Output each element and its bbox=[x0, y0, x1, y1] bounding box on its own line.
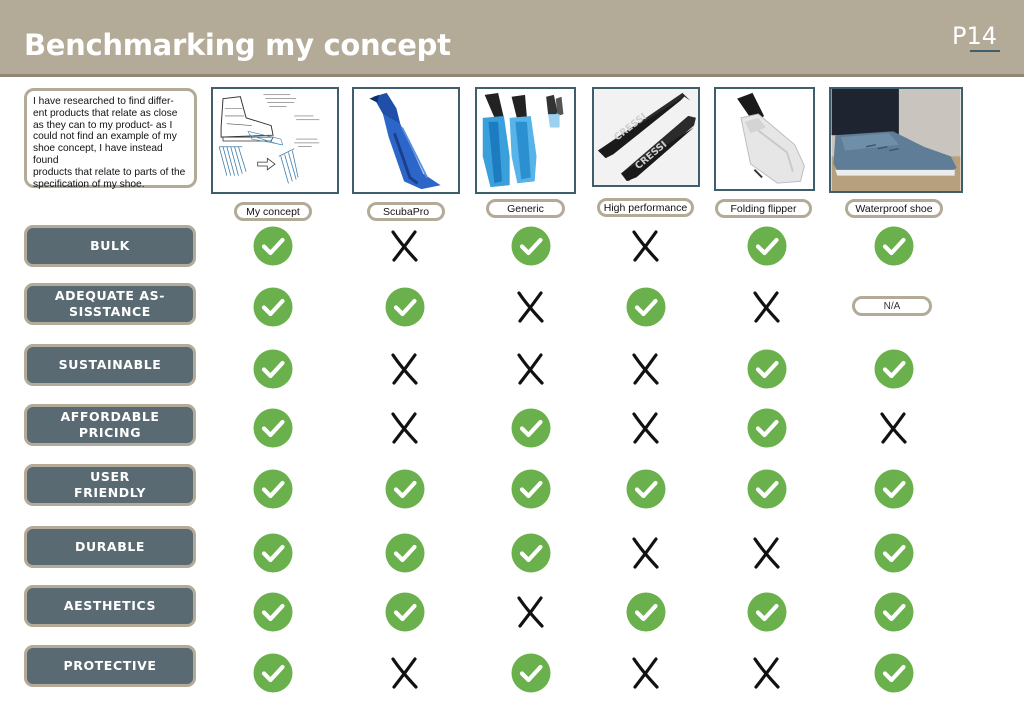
check-icon bbox=[253, 408, 293, 448]
column-label-my-concept: My concept bbox=[234, 202, 312, 221]
cross-icon bbox=[385, 408, 425, 448]
check-icon bbox=[747, 349, 787, 389]
criterion-label-user-friendly: USER FRIENDLY bbox=[24, 464, 196, 506]
check-icon bbox=[874, 469, 914, 509]
concept-sketch-image bbox=[211, 87, 339, 194]
check-icon bbox=[253, 592, 293, 632]
check-icon bbox=[747, 469, 787, 509]
cross-icon bbox=[385, 653, 425, 693]
check-icon bbox=[385, 287, 425, 327]
cross-icon bbox=[626, 349, 666, 389]
not-applicable-badge: N/A bbox=[852, 296, 932, 316]
cross-icon bbox=[626, 653, 666, 693]
check-icon bbox=[874, 226, 914, 266]
cross-icon bbox=[385, 226, 425, 266]
page-header: Benchmarking my concept P14 bbox=[0, 0, 1024, 77]
check-icon bbox=[874, 533, 914, 573]
criterion-label-bulk: BULK bbox=[24, 225, 196, 267]
check-icon bbox=[511, 408, 551, 448]
check-icon bbox=[253, 469, 293, 509]
check-icon bbox=[511, 533, 551, 573]
cross-icon bbox=[511, 349, 551, 389]
scubapro-fin-image bbox=[352, 87, 460, 194]
criterion-label-aesthetics: AESTHETICS bbox=[24, 585, 196, 627]
criterion-label-sustainable: SUSTAINABLE bbox=[24, 344, 196, 386]
cross-icon bbox=[747, 287, 787, 327]
check-icon bbox=[874, 592, 914, 632]
waterproof-shoe-image bbox=[829, 87, 963, 193]
check-icon bbox=[253, 349, 293, 389]
page-number: P14 bbox=[952, 22, 998, 50]
check-icon bbox=[253, 653, 293, 693]
criterion-label-durable: DURABLE bbox=[24, 526, 196, 568]
column-label-high-performance: High performance bbox=[597, 198, 694, 217]
check-icon bbox=[253, 226, 293, 266]
criterion-label-affordable-pricing: AFFORDABLE PRICING bbox=[24, 404, 196, 446]
check-icon bbox=[874, 653, 914, 693]
check-icon bbox=[511, 653, 551, 693]
check-icon bbox=[511, 469, 551, 509]
cross-icon bbox=[511, 287, 551, 327]
column-label-scubapro: ScubaPro bbox=[367, 202, 445, 221]
check-icon bbox=[626, 287, 666, 327]
check-icon bbox=[747, 226, 787, 266]
cross-icon bbox=[385, 349, 425, 389]
high-performance-fin-image: CRESSI CRESSI bbox=[592, 87, 700, 187]
cross-icon bbox=[626, 533, 666, 573]
cross-icon bbox=[511, 592, 551, 632]
cross-icon bbox=[874, 408, 914, 448]
page-title: Benchmarking my concept bbox=[24, 28, 451, 62]
check-icon bbox=[385, 533, 425, 573]
check-icon bbox=[385, 469, 425, 509]
generic-fin-image bbox=[475, 87, 576, 194]
cross-icon bbox=[747, 653, 787, 693]
criterion-label-adequate-assistance: ADEQUATE AS- SISSTANCE bbox=[24, 283, 196, 325]
check-icon bbox=[874, 349, 914, 389]
column-label-generic: Generic bbox=[486, 199, 565, 218]
column-label-folding-flipper: Folding flipper bbox=[715, 199, 812, 218]
cross-icon bbox=[747, 533, 787, 573]
page-number-underline bbox=[970, 50, 1000, 52]
intro-text-box: I have researched to find differ- ent pr… bbox=[24, 88, 197, 190]
check-icon bbox=[747, 408, 787, 448]
criterion-label-protective: PROTECTIVE bbox=[24, 645, 196, 687]
check-icon bbox=[385, 592, 425, 632]
check-icon bbox=[511, 226, 551, 266]
check-icon bbox=[626, 469, 666, 509]
check-icon bbox=[253, 533, 293, 573]
column-label-waterproof-shoe: Waterproof shoe bbox=[845, 199, 943, 218]
cross-icon bbox=[626, 226, 666, 266]
check-icon bbox=[747, 592, 787, 632]
check-icon bbox=[626, 592, 666, 632]
cross-icon bbox=[626, 408, 666, 448]
check-icon bbox=[253, 287, 293, 327]
folding-flipper-image bbox=[714, 87, 815, 191]
